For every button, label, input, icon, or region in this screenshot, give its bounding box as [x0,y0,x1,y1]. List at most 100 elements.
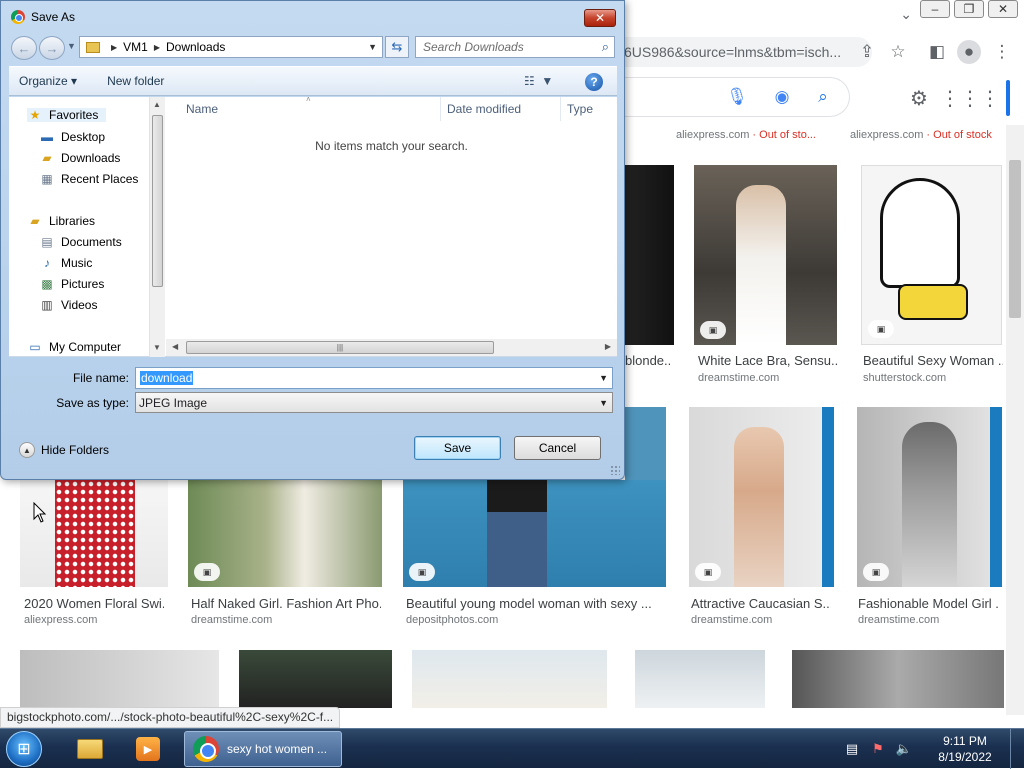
result-image[interactable]: ▣ [403,480,666,587]
nav-item-my-computer[interactable]: ▭ My Computer [27,340,121,354]
forward-arrow-icon[interactable]: → [39,36,65,60]
share-icon[interactable]: ⇪ [855,40,879,64]
result-image[interactable]: ▣ [689,407,834,587]
start-button[interactable]: ⊞ [6,731,42,767]
new-folder-button[interactable]: New folder [97,74,174,88]
dialog-close-button[interactable]: ✕ [584,9,616,27]
help-icon[interactable]: ? [585,73,603,91]
side-panel-icon[interactable]: ◧ [925,40,949,64]
result-image[interactable] [20,650,219,708]
organize-button[interactable]: Organize ▾ [9,74,87,88]
nav-item-music[interactable]: ♪ Music [39,256,92,270]
breadcrumb-dropdown-icon[interactable]: ▼ [368,42,377,52]
result-source[interactable]: dreamstime.com [191,614,272,626]
horizontal-scroll-thumb[interactable]: ||| [186,341,494,354]
scroll-right-arrow-icon[interactable]: ▶ [605,342,611,351]
column-divider[interactable] [440,97,441,121]
breadcrumb-separator-icon[interactable]: ▶ [154,43,160,52]
close-window-button[interactable]: ✕ [988,0,1018,18]
taskbar-chrome-button[interactable]: sexy hot women ... [184,731,342,767]
result-source[interactable]: aliexpress.com [24,614,97,626]
breadcrumb-item-vm1[interactable]: VM1 [123,40,148,54]
settings-gear-icon[interactable]: ⚙ [906,85,932,111]
result-source[interactable]: aliexpress.com · Out of sto... [676,129,816,141]
hide-folders-button[interactable]: ▲ Hide Folders [19,442,109,458]
result-source[interactable]: dreamstime.com [858,614,939,626]
result-image[interactable]: ▣ [857,407,1002,587]
result-source[interactable]: aliexpress.com · Out of stock [850,129,992,141]
result-source[interactable]: dreamstime.com [698,372,779,384]
navigation-scroll-thumb[interactable] [152,115,163,287]
tab-search-chevron-icon[interactable]: ⌄ [900,6,912,23]
result-image[interactable] [625,165,674,345]
action-center-flag-icon[interactable]: ⚑ [868,741,888,757]
result-image[interactable] [412,650,607,708]
scroll-left-arrow-icon[interactable]: ◀ [172,342,178,351]
result-image[interactable]: ▣ [861,165,1002,345]
result-title[interactable]: Fashionable Model Girl ... [858,596,998,611]
show-desktop-button[interactable] [1010,729,1024,769]
breadcrumb-separator-icon[interactable]: ▶ [111,43,117,52]
network-icon[interactable]: ▤ [842,741,862,757]
column-header-type[interactable]: Type [567,97,593,121]
profile-avatar-icon[interactable]: ● [957,40,981,64]
scroll-up-arrow-icon[interactable]: ▲ [153,100,161,109]
result-image[interactable]: ▣ [694,165,837,345]
search-icon[interactable]: ⌕ [812,86,834,108]
nav-item-downloads[interactable]: ▰ Downloads [39,151,120,165]
back-arrow-icon[interactable]: ← [11,36,37,60]
apps-grid-icon[interactable]: ⋮⋮⋮ [940,85,1000,111]
column-header-date-modified[interactable]: Date modified [447,97,521,121]
nav-item-desktop[interactable]: ▬ Desktop [39,130,105,144]
maximize-button[interactable]: ❐ [954,0,984,18]
nav-item-videos[interactable]: ▥ Videos [39,298,97,312]
column-divider[interactable] [560,97,561,121]
volume-icon[interactable]: 🔈 [894,741,914,757]
search-icon[interactable]: ⌕ [602,39,614,55]
result-image[interactable] [792,650,1004,708]
result-title[interactable]: White Lace Bra, Sensu... [698,353,838,368]
result-image[interactable] [239,650,392,708]
result-title[interactable]: Beautiful Sexy Woman ... [863,353,1003,368]
result-source[interactable]: depositphotos.com [406,614,498,626]
nav-item-recent-places[interactable]: ▦ Recent Places [39,172,138,186]
bookmark-star-icon[interactable]: ☆ [886,40,910,64]
taskbar-media-player-button[interactable]: ▶ [130,731,166,767]
file-list-horizontal-scrollbar[interactable]: ◀ ||| ▶ [166,339,617,356]
nav-item-favorites[interactable]: ★ Favorites [27,108,107,122]
taskbar-explorer-button[interactable] [72,731,108,767]
recent-locations-dropdown-icon[interactable]: ▼ [67,41,76,51]
file-name-dropdown-icon[interactable]: ▼ [599,373,608,383]
search-input[interactable]: Search Downloads ⌕ [415,36,615,58]
result-source[interactable]: dreamstime.com [691,614,772,626]
lens-camera-icon[interactable]: ◉ [771,86,793,108]
column-header-name[interactable]: Name [186,97,218,121]
file-name-input[interactable]: download ▼ [135,367,613,389]
menu-kebab-icon[interactable]: ⋮ [990,40,1014,64]
resize-grip[interactable] [610,465,620,475]
minimize-button[interactable]: – [920,0,950,18]
nav-item-documents[interactable]: ▤ Documents [39,235,121,249]
result-image[interactable] [635,650,765,708]
navigation-scrollbar[interactable]: ▲ ▼ [149,97,165,357]
save-as-type-dropdown-icon[interactable]: ▼ [599,398,608,408]
save-as-type-select[interactable]: JPEG Image ▼ [135,392,613,413]
sign-in-button-edge[interactable] [1006,80,1010,116]
scroll-down-arrow-icon[interactable]: ▼ [153,343,161,352]
result-title[interactable]: Half Naked Girl. Fashion Art Pho... [191,596,381,611]
result-source[interactable]: shutterstock.com [863,372,946,384]
nav-item-pictures[interactable]: ▩ Pictures [39,277,104,291]
change-view-icon[interactable]: ☷ ▼ [524,74,553,88]
address-bar[interactable]: 6US986&source=lnms&tbm=isch... [600,37,872,67]
result-image[interactable]: ▣ [188,480,382,587]
nav-item-libraries[interactable]: ▰ Libraries [27,214,95,228]
save-button[interactable]: Save [414,436,501,460]
result-title[interactable]: Beautiful young model woman with sexy ..… [406,596,668,611]
refresh-icon[interactable]: ⇆ [385,36,409,58]
result-image[interactable] [20,480,168,587]
result-title[interactable]: Attractive Caucasian S... [691,596,831,611]
clock[interactable]: 9:11 PM 8/19/2022 [920,733,1010,765]
breadcrumb[interactable]: ▶ VM1 ▶ Downloads ▼ [79,36,383,58]
page-scroll-thumb[interactable] [1009,160,1021,318]
result-title[interactable]: blonde... [625,353,670,368]
